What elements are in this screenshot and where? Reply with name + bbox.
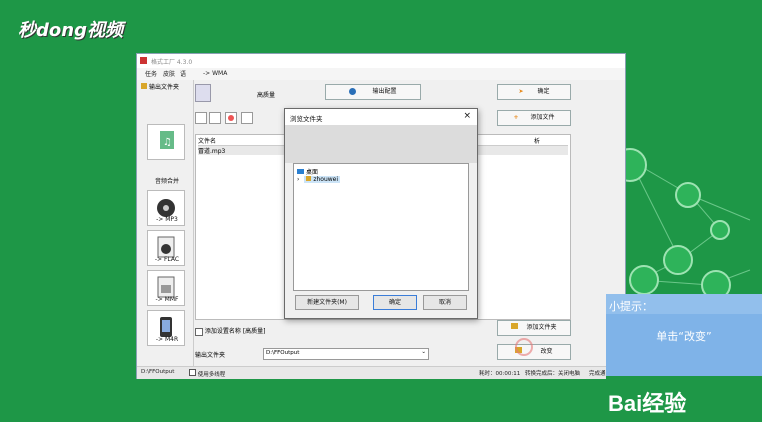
tile-mp3-label: -> MP3 (156, 216, 178, 223)
window-titlebar: 格式工厂 4.3.0 (137, 54, 625, 68)
browse-folder-dialog: 浏览文件夹 × 桌面 › zhouwei 新建文件夹(M) 确定 取消 (284, 108, 478, 319)
checkbox-icon (195, 327, 203, 336)
tip-header: 小提示： (606, 294, 762, 314)
notify-option[interactable]: 完成通 (589, 369, 606, 377)
tip-header-text: 小提示： (609, 300, 653, 313)
dialog-description-area (285, 125, 477, 163)
output-path-value: D:\FFOutput (266, 350, 300, 356)
menu-lang[interactable]: 语 (180, 69, 186, 78)
dialog-title: 浏览文件夹 (290, 115, 323, 123)
app-icon (140, 57, 147, 64)
output-folder-label: 输出文件夹 (195, 352, 226, 359)
tree-item-desktop[interactable]: 桌面 (297, 167, 318, 176)
change-button[interactable]: 改变 (497, 344, 571, 360)
col-filename[interactable]: 文件名 (198, 136, 216, 145)
clear-icon[interactable] (209, 112, 221, 124)
tree-user-label: zhouwei (313, 176, 339, 183)
col-right[interactable]: 析 (534, 136, 540, 145)
add-setting-checkbox[interactable]: 添加设置名称 [高质量] (195, 326, 266, 336)
menu-bar: 任务 皮肤 语 -> WMA (137, 68, 625, 80)
tip-text: 单击“改变” (656, 330, 712, 343)
output-path-select[interactable]: D:\FFOutput ⌄ (263, 348, 429, 360)
list-toolbar (195, 112, 255, 124)
file-item-name: 冒道.mp3 (198, 148, 226, 155)
desktop-icon (297, 169, 304, 174)
target-format-label: -> WMA (203, 70, 228, 77)
tile-flac-label: -> FLAC (154, 256, 180, 263)
click-indicator (515, 338, 533, 356)
baidu-jingyan-logo: Bai经验 (606, 376, 762, 422)
menu-skin[interactable]: 皮肤 (163, 69, 175, 78)
folder-plus-icon (511, 323, 519, 329)
multithread-label: 使用多线程 (197, 372, 226, 378)
dialog-cancel-button[interactable]: 取消 (423, 295, 467, 310)
baidu-logo-text: Bai经验 (608, 391, 687, 416)
close-icon[interactable]: × (463, 111, 471, 121)
dialog-titlebar: 浏览文件夹 × (285, 109, 477, 125)
quality-label: 高质量 (257, 92, 276, 99)
remove-icon[interactable] (195, 112, 207, 124)
add-setting-label: 添加设置名称 [高质量] (204, 328, 266, 335)
new-folder-button[interactable]: 新建文件夹(M) (295, 295, 359, 310)
folder-icon (141, 83, 147, 89)
elapsed-time: 耗时：00:00:11 (479, 371, 521, 377)
info-icon[interactable] (241, 112, 253, 124)
window-title: 格式工厂 4.3.0 (151, 59, 193, 66)
multithread-checkbox[interactable]: 使用多线程 (189, 369, 225, 378)
tip-panel: 小提示： 单击“改变” (606, 294, 762, 376)
dialog-ok-button[interactable]: 确定 (373, 295, 417, 310)
status-bar: D:\FFOutput 使用多线程 耗时：00:00:11 转换完成后：关闭电脑… (137, 366, 625, 379)
tree-desktop-label: 桌面 (306, 169, 319, 176)
output-folder-side-label: 输出文件夹 (149, 84, 180, 91)
status-path: D:\FFOutput (141, 369, 175, 375)
add-file-label: 添加文件 (530, 114, 555, 121)
arrow-right-icon: ➤ (518, 88, 524, 95)
ok-label: 确定 (537, 88, 550, 95)
user-folder-icon (306, 176, 312, 181)
format-icon (195, 84, 211, 102)
add-file-button[interactable]: + 添加文件 (497, 110, 571, 126)
video-watermark: 秒dong视频 (18, 20, 123, 41)
add-folder-label: 添加文件夹 (526, 324, 557, 331)
menu-task[interactable]: 任务 (145, 69, 157, 78)
config-icon (349, 88, 357, 95)
tile-m4r-label: -> M4R (155, 336, 179, 343)
sidebar: 输出文件夹 ♫ 音频合并 -> MP3 -> FLAC -> MMF -> M4… (137, 80, 194, 370)
svg-text:♫: ♫ (163, 137, 172, 148)
chevron-down-icon: ⌄ (421, 349, 426, 355)
play-icon[interactable] (225, 112, 237, 124)
tile-audio-merge[interactable]: ♫ (147, 124, 185, 160)
change-label: 改变 (540, 348, 553, 355)
shutdown-option[interactable]: 转换完成后：关闭电脑 (525, 369, 580, 377)
chevron-right-icon: › (297, 176, 300, 183)
output-folder-side-button[interactable]: 输出文件夹 (141, 82, 191, 92)
add-folder-button[interactable]: 添加文件夹 (497, 320, 571, 336)
tile-mmf-label: -> MMF (155, 296, 179, 303)
tile-audio-merge-label: 音频合并 (154, 178, 179, 185)
folder-tree: 桌面 › zhouwei (293, 163, 469, 291)
plus-icon: + (513, 114, 519, 121)
output-config-label: 输出配置 (372, 88, 397, 95)
output-config-button[interactable]: 输出配置 (325, 84, 421, 100)
audio-merge-icon: ♫ (160, 131, 174, 149)
tree-item-user[interactable]: › zhouwei (297, 176, 341, 183)
ok-button[interactable]: ➤ 确定 (497, 84, 571, 100)
